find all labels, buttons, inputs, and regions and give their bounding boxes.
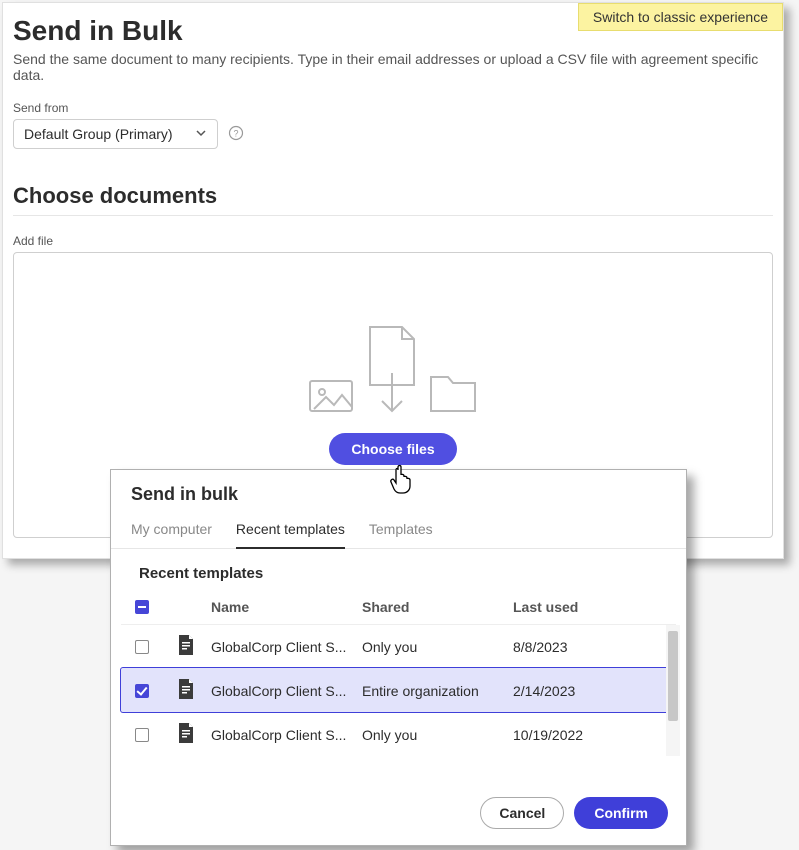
row-checkbox[interactable] bbox=[135, 728, 149, 742]
col-shared: Shared bbox=[362, 599, 513, 615]
send-from-dropdown[interactable]: Default Group (Primary) bbox=[13, 119, 218, 149]
cell-name: GlobalCorp Client S... bbox=[211, 727, 362, 743]
send-from-value: Default Group (Primary) bbox=[24, 126, 173, 142]
cancel-button[interactable]: Cancel bbox=[480, 797, 564, 829]
tab-templates[interactable]: Templates bbox=[369, 517, 433, 548]
add-file-label: Add file bbox=[13, 234, 773, 248]
divider bbox=[13, 215, 773, 216]
modal-footer: Cancel Confirm bbox=[111, 781, 686, 845]
cell-shared: Only you bbox=[362, 639, 513, 655]
pointer-cursor-icon bbox=[389, 464, 415, 499]
table-row[interactable]: GlobalCorp Client S... Only you 8/8/2023 bbox=[121, 624, 676, 668]
table-row[interactable]: GlobalCorp Client S... Only you 10/19/20… bbox=[121, 712, 676, 756]
tab-recent-templates[interactable]: Recent templates bbox=[236, 517, 345, 549]
cell-shared: Entire organization bbox=[362, 683, 513, 699]
scrollbar[interactable] bbox=[666, 625, 680, 756]
document-icon bbox=[177, 722, 211, 747]
confirm-button[interactable]: Confirm bbox=[574, 797, 668, 829]
cell-shared: Only you bbox=[362, 727, 513, 743]
document-icon bbox=[177, 678, 211, 703]
switch-classic-link[interactable]: Switch to classic experience bbox=[578, 3, 783, 31]
select-all-checkbox[interactable] bbox=[135, 600, 149, 614]
choose-documents-title: Choose documents bbox=[13, 183, 773, 209]
help-icon[interactable]: ? bbox=[228, 125, 244, 144]
cell-name: GlobalCorp Client S... bbox=[211, 683, 362, 699]
template-list: Name Shared Last used GlobalCorp Client … bbox=[121, 590, 676, 756]
cell-last-used: 10/19/2022 bbox=[513, 727, 664, 743]
chevron-down-icon bbox=[195, 126, 207, 142]
row-checkbox[interactable] bbox=[135, 640, 149, 654]
table-row[interactable]: GlobalCorp Client S... Entire organizati… bbox=[121, 668, 676, 712]
choose-files-button[interactable]: Choose files bbox=[329, 433, 456, 465]
table-header: Name Shared Last used bbox=[121, 590, 676, 624]
send-from-label: Send from bbox=[13, 101, 773, 115]
document-icon bbox=[177, 634, 211, 659]
svg-text:?: ? bbox=[233, 128, 238, 138]
modal-tabs: My computer Recent templates Templates bbox=[111, 511, 686, 549]
cell-last-used: 8/8/2023 bbox=[513, 639, 664, 655]
cell-name: GlobalCorp Client S... bbox=[211, 639, 362, 655]
col-name: Name bbox=[211, 599, 362, 615]
tab-my-computer[interactable]: My computer bbox=[131, 517, 212, 548]
list-title: Recent templates bbox=[111, 549, 686, 590]
file-picker-modal: Send in bulk My computer Recent template… bbox=[110, 469, 687, 846]
cell-last-used: 2/14/2023 bbox=[513, 683, 664, 699]
row-checkbox[interactable] bbox=[135, 684, 149, 698]
dropzone-illustration bbox=[308, 325, 478, 415]
scrollbar-thumb[interactable] bbox=[668, 631, 678, 721]
page-subtitle: Send the same document to many recipient… bbox=[13, 51, 773, 83]
col-last-used: Last used bbox=[513, 599, 664, 615]
